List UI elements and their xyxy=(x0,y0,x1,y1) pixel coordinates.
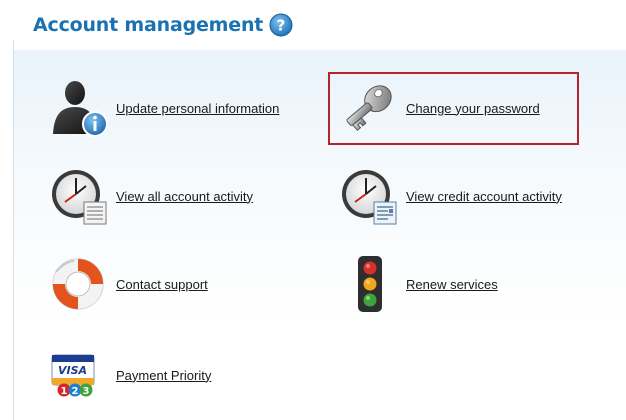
lifebuoy-icon xyxy=(48,252,112,316)
change-password-item[interactable]: Change your password xyxy=(338,76,540,140)
view-credit-activity-link[interactable]: View credit account activity xyxy=(406,189,562,204)
renew-services-link[interactable]: Renew services xyxy=(406,277,498,292)
svg-text:VISA: VISA xyxy=(58,364,87,377)
contact-support-link[interactable]: Contact support xyxy=(116,277,208,292)
svg-text:3: 3 xyxy=(83,386,90,397)
svg-text:?: ? xyxy=(277,17,286,35)
clock-ledger-icon xyxy=(338,164,402,228)
page-header: Account management ? xyxy=(33,8,293,42)
svg-text:2: 2 xyxy=(72,386,79,397)
renew-services-item[interactable]: Renew services xyxy=(338,252,498,316)
update-personal-information-item[interactable]: Update personal information xyxy=(48,76,279,140)
traffic-light-icon xyxy=(338,252,402,316)
contact-support-item[interactable]: Contact support xyxy=(48,252,208,316)
change-password-link[interactable]: Change your password xyxy=(406,101,540,116)
account-management-page: Account management ? Update personal inf… xyxy=(0,0,626,420)
page-title: Account management xyxy=(33,14,264,36)
visa-123-icon: VISA 1 2 3 xyxy=(48,343,112,407)
view-credit-activity-item[interactable]: View credit account activity xyxy=(338,164,562,228)
svg-text:1: 1 xyxy=(61,386,68,397)
help-icon[interactable]: ? xyxy=(269,13,293,37)
view-account-activity-item[interactable]: View all account activity xyxy=(48,164,253,228)
view-account-activity-link[interactable]: View all account activity xyxy=(116,189,253,204)
key-icon xyxy=(338,76,402,140)
payment-priority-link[interactable]: Payment Priority xyxy=(116,368,211,383)
user-info-icon xyxy=(48,76,112,140)
update-personal-information-link[interactable]: Update personal information xyxy=(116,101,279,116)
clock-document-icon xyxy=(48,164,112,228)
payment-priority-item[interactable]: VISA 1 2 3 Payment Priority xyxy=(48,343,211,407)
